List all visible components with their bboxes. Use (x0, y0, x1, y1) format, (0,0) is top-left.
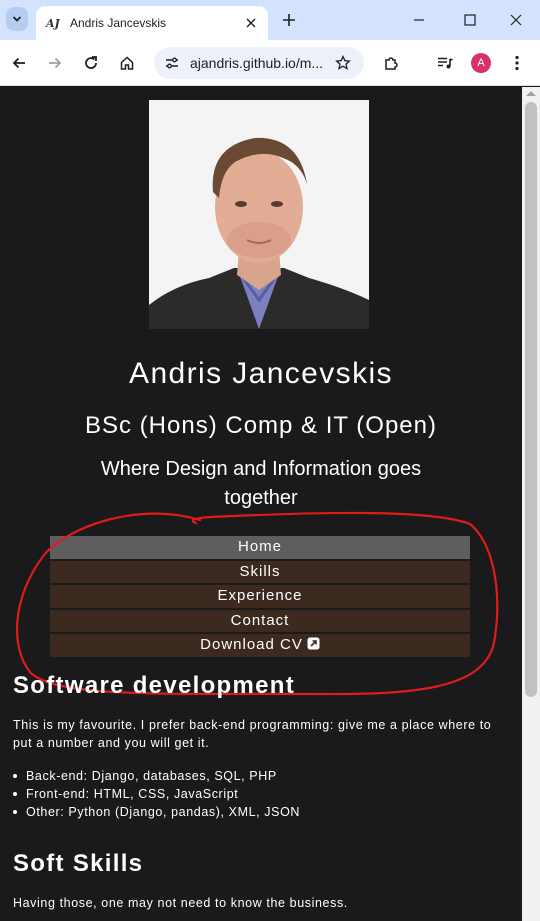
arrow-right-icon (49, 57, 62, 69)
section-heading-software: Software development (13, 672, 296, 699)
browser-toolbar: ajandris.github.io/m... A (0, 40, 540, 86)
list-item: Front-end: HTML, CSS, JavaScript (12, 785, 300, 803)
nav-home[interactable]: Home (50, 536, 470, 559)
section-heading-soft-skills: Soft Skills (13, 850, 144, 877)
reload-icon (85, 56, 97, 69)
address-bar[interactable]: ajandris.github.io/m... (154, 47, 364, 79)
software-skills-list: Back-end: Django, databases, SQL, PHP Fr… (12, 767, 301, 821)
chevron-down-icon (12, 16, 22, 22)
close-window-button[interactable] (504, 8, 528, 32)
nav-download-cv-label: Download CV (200, 636, 303, 653)
close-tab-button[interactable] (242, 14, 260, 32)
close-icon (246, 18, 256, 28)
nav-contact-label: Contact (230, 611, 290, 629)
nav-download-cv[interactable]: Download CV (50, 634, 470, 657)
media-controls-button[interactable] (433, 51, 457, 75)
nav-skills[interactable]: Skills (50, 560, 470, 583)
profile-photo (149, 100, 369, 329)
page-scrollbar[interactable] (522, 87, 540, 921)
tab-title: Andris Jancevskis (70, 16, 167, 30)
maximize-button[interactable] (458, 8, 482, 32)
puzzle-icon (385, 57, 398, 70)
home-button[interactable] (115, 51, 139, 75)
nav-home-label: Home (237, 538, 282, 555)
list-item: Other: Python (Django, pandas), XML, JSO… (12, 805, 301, 819)
extensions-button[interactable] (379, 51, 403, 75)
profile-degree: BSc (Hons) Comp & IT (Open) (85, 412, 437, 439)
bookmark-star-icon[interactable] (332, 52, 354, 74)
main-nav: Home Skills Experience Contact Download … (50, 536, 470, 659)
new-tab-button[interactable] (278, 9, 300, 31)
section-soft-skills-intro: Having those, one may not need to know t… (13, 896, 348, 910)
scroll-up-arrow-icon[interactable] (526, 91, 536, 96)
nav-contact[interactable]: Contact (50, 609, 470, 632)
browser-tab[interactable]: AJ Andris Jancevskis (36, 6, 268, 40)
maximize-icon (464, 14, 476, 26)
profile-avatar[interactable]: A (471, 53, 491, 73)
home-icon (120, 56, 134, 70)
minimize-button[interactable] (407, 8, 431, 32)
plus-icon (283, 14, 295, 26)
scrollbar-thumb[interactable] (525, 102, 537, 697)
more-vertical-icon (515, 55, 519, 71)
tab-search-button[interactable] (6, 7, 28, 31)
arrow-left-icon (12, 57, 25, 69)
close-icon (510, 14, 522, 26)
url-text: ajandris.github.io/m... (190, 55, 324, 71)
nav-skills-label: Skills (239, 562, 281, 580)
minimize-icon (414, 19, 424, 21)
nav-experience[interactable]: Experience (50, 585, 470, 608)
back-button[interactable] (7, 51, 31, 75)
site-info-icon[interactable] (162, 53, 182, 73)
section-software-intro: This is my favourite. I prefer back-end … (13, 718, 492, 750)
external-link-icon (307, 637, 320, 650)
nav-experience-label: Experience (217, 587, 303, 604)
browser-menu-button[interactable] (505, 51, 529, 75)
list-item: Back-end: Django, databases, SQL, PHP (12, 767, 300, 785)
forward-button[interactable] (43, 51, 67, 75)
profile-tagline: Where Design and Information goes togeth… (100, 458, 422, 509)
browser-tab-bar: AJ Andris Jancevskis (0, 0, 540, 40)
site-favicon: AJ (46, 16, 60, 30)
web-page: Andris Jancevskis BSc (Hons) Comp & IT (… (0, 87, 522, 921)
profile-name: Andris Jancevskis (129, 357, 393, 390)
reload-button[interactable] (79, 51, 103, 75)
playlist-music-icon (438, 57, 453, 69)
